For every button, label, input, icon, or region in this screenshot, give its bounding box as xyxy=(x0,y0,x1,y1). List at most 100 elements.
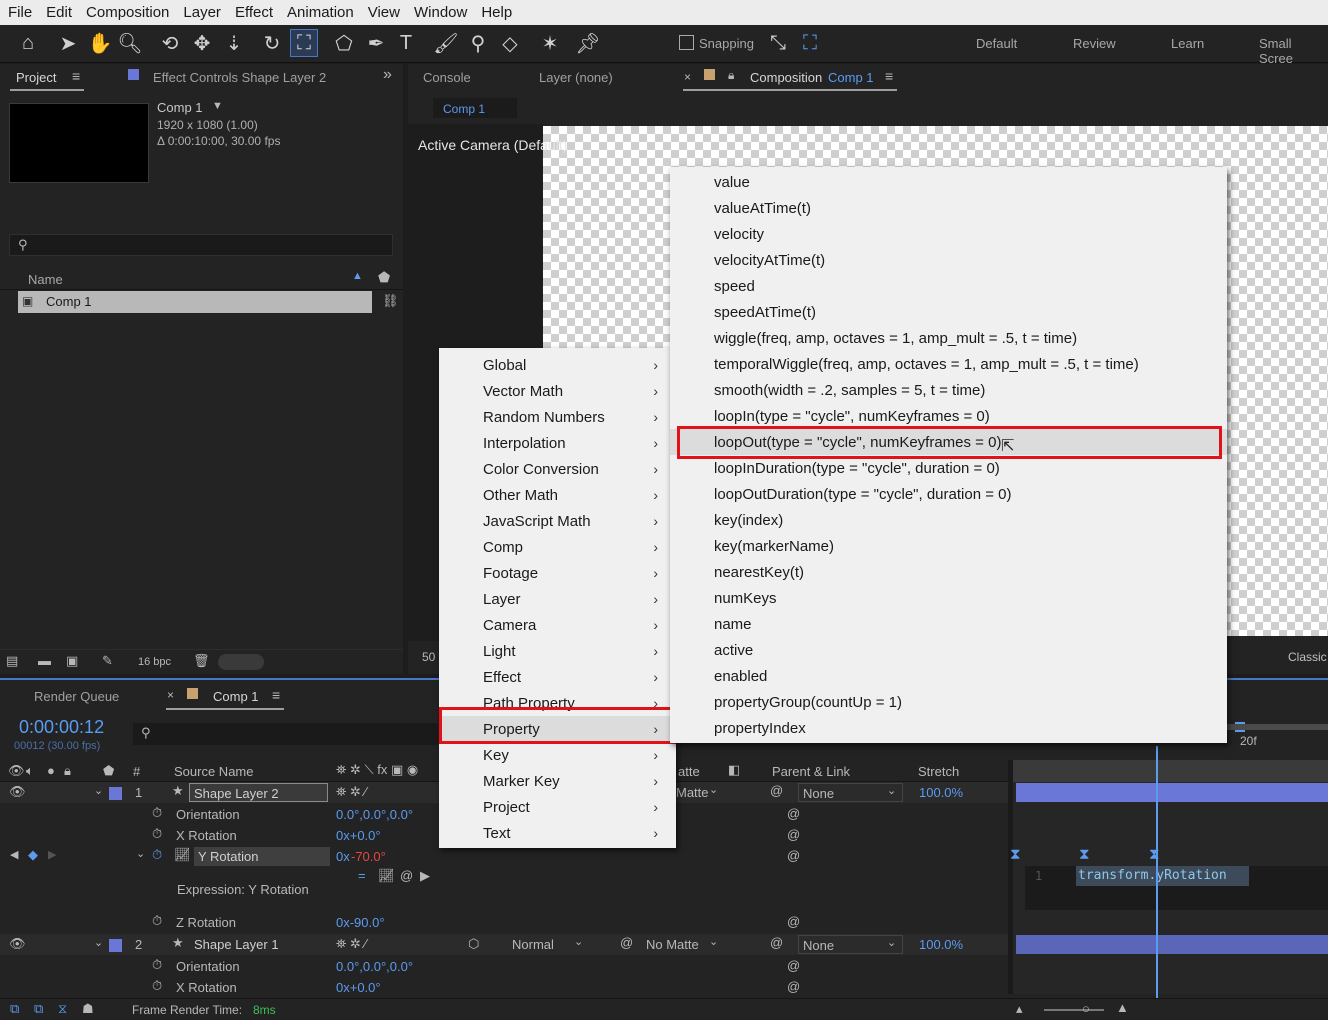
tab-render-queue[interactable]: Render Queue xyxy=(34,689,119,704)
video-switch-icon[interactable]: 👁︎ xyxy=(8,763,25,779)
label-tag-icon[interactable]: ⬟ xyxy=(103,763,114,779)
menu-item-color-conversion[interactable]: Color Conversion › xyxy=(439,456,676,482)
menu-item-layer[interactable]: Layer › xyxy=(439,586,676,612)
menu-effect[interactable]: Effect xyxy=(227,4,279,21)
stopwatch-icon[interactable]: ⏱︎ xyxy=(152,805,162,821)
menu-composition[interactable]: Composition xyxy=(78,4,175,21)
stretch-value[interactable]: 100.0% xyxy=(919,937,963,952)
pickwhip-icon[interactable]: @ xyxy=(770,783,783,798)
property-value-prefix[interactable]: 0x xyxy=(336,849,350,864)
visibility-eye-icon[interactable]: 👁︎ xyxy=(9,784,26,800)
motion-blur-icon[interactable]: ◧ xyxy=(728,762,740,778)
keyframe-diamond-icon[interactable]: ◆ xyxy=(28,847,38,863)
adjust-settings-icon[interactable]: ✎ xyxy=(102,653,113,669)
menu-item-project[interactable]: Project › xyxy=(439,794,676,820)
timeline-navigator[interactable] xyxy=(1013,760,1328,782)
tab-composition[interactable]: Composition xyxy=(750,70,822,85)
pickwhip-icon[interactable]: @ xyxy=(787,806,800,821)
property-value[interactable]: 0x-90.0° xyxy=(336,915,385,930)
expression-enable-icon[interactable]: = xyxy=(358,868,366,883)
playhead[interactable] xyxy=(1156,746,1158,998)
trash-icon[interactable]: 🗑︎ xyxy=(193,653,210,669)
stopwatch-icon[interactable]: ⏱︎ xyxy=(152,978,162,994)
blend-mode-dropdown[interactable]: Normal ⌄ xyxy=(508,935,590,954)
layer-switches-toggle-icon[interactable]: ⧉ xyxy=(10,1001,19,1017)
property-name-selected[interactable]: Y Rotation xyxy=(194,847,330,866)
hand-tool-icon[interactable]: ✋ xyxy=(86,29,114,57)
layer-switches[interactable]: ⛯ ✲ ∕ xyxy=(336,784,367,800)
eraser-tool-icon[interactable]: ◇ xyxy=(496,29,524,57)
workspace-review[interactable]: Review xyxy=(1073,36,1116,51)
pickwhip-icon[interactable]: @ xyxy=(787,958,800,973)
name-column-header[interactable]: Name xyxy=(28,272,63,287)
comp-dropdown-icon[interactable]: ▼ xyxy=(212,100,223,112)
layer-row-2[interactable]: 👁︎ ⌄ 2 ★ Shape Layer 1 ⛯ ✲ ∕ ⬡ Normal ⌄ … xyxy=(0,934,1008,955)
visibility-eye-icon[interactable]: 👁︎ xyxy=(9,936,26,952)
parent-dropdown[interactable]: None ⌄ xyxy=(798,935,903,954)
interpret-footage-icon[interactable]: ▤ xyxy=(6,653,18,669)
zoom-out-icon[interactable]: ▴ xyxy=(1016,1001,1023,1017)
submenu-item[interactable]: wiggle(freq, amp, octaves = 1, amp_mult … xyxy=(670,325,1227,351)
keyframe-hourglass-icon[interactable]: ⧗ xyxy=(1010,846,1021,863)
zoom-in-icon[interactable]: ▲ xyxy=(1116,1000,1129,1015)
zoom-slider[interactable] xyxy=(1044,1009,1104,1011)
solo-icon[interactable]: ● xyxy=(47,763,55,778)
pickwhip-icon[interactable]: @ xyxy=(620,935,633,950)
submenu-item[interactable]: key(index) xyxy=(670,507,1227,533)
prev-keyframe-icon[interactable]: ◀ xyxy=(10,848,18,861)
submenu-item[interactable]: velocity xyxy=(670,221,1227,247)
pickwhip-icon[interactable]: @ xyxy=(770,935,783,950)
pen-tool-icon[interactable]: ✒ xyxy=(362,29,390,57)
pan-behind-tool-icon[interactable]: ⛶ xyxy=(290,29,318,57)
tab-composition-name[interactable]: Comp 1 xyxy=(828,70,874,85)
stopwatch-icon[interactable]: ⏱︎ xyxy=(152,826,162,842)
expression-graph-icon[interactable]: 📈︎ xyxy=(378,868,395,884)
menu-item-comp[interactable]: Comp › xyxy=(439,534,676,560)
submenu-item[interactable]: name xyxy=(670,611,1227,637)
menu-item-marker-key[interactable]: Marker Key › xyxy=(439,768,676,794)
menu-item-text[interactable]: Text › xyxy=(439,820,676,846)
panel-menu-icon[interactable]: ≡ xyxy=(272,687,280,703)
submenu-item[interactable]: value xyxy=(670,169,1227,195)
current-timecode[interactable]: 0:00:00:12 xyxy=(19,717,104,738)
submenu-item[interactable]: temporalWiggle(freq, amp, octaves = 1, a… xyxy=(670,351,1227,377)
render-time-toggle-icon[interactable]: ☗ xyxy=(82,1001,94,1017)
pickwhip-icon[interactable]: @ xyxy=(787,827,800,842)
property-value-expression[interactable]: -70.0° xyxy=(351,849,386,864)
lock-icon[interactable]: 🔒︎ xyxy=(728,68,734,83)
menu-item-global[interactable]: Global › xyxy=(439,352,676,378)
expand-chevron-icon[interactable]: ⌄ xyxy=(136,847,145,860)
shape-tool-icon[interactable]: ⬠ xyxy=(330,29,358,57)
panel-overflow-icon[interactable]: » xyxy=(383,66,392,84)
panel-menu-icon[interactable]: ≡ xyxy=(72,68,80,84)
lock-icon[interactable]: 🔒︎ xyxy=(64,763,71,779)
menu-item-key[interactable]: Key › xyxy=(439,742,676,768)
menu-item-light[interactable]: Light › xyxy=(439,638,676,664)
submenu-item[interactable]: enabled xyxy=(670,663,1227,689)
snap-grid-icon[interactable]: ⛶ xyxy=(796,29,824,57)
property-value[interactable]: 0x+0.0° xyxy=(336,828,381,843)
expression-editor[interactable]: 1 transform.yRotation xyxy=(1025,866,1328,910)
layer-switches[interactable]: ⛯ ✲ ∕ xyxy=(336,936,367,952)
project-search-input[interactable]: ⚲ xyxy=(9,234,393,256)
new-folder-icon[interactable]: ▬ xyxy=(38,653,51,668)
roto-brush-icon[interactable]: ✶ xyxy=(536,29,564,57)
stopwatch-icon[interactable]: ⏱︎ xyxy=(152,957,162,973)
menu-item-javascript-math[interactable]: JavaScript Math › xyxy=(439,508,676,534)
panel-menu-icon[interactable]: ≡ xyxy=(885,68,893,84)
layer-label-color[interactable] xyxy=(109,787,122,800)
tab-layer[interactable]: Layer (none) xyxy=(539,70,613,85)
track-matte-dropdown[interactable]: Matte xyxy=(676,785,709,800)
workspace-learn[interactable]: Learn xyxy=(1171,36,1204,51)
layer-bar-2[interactable] xyxy=(1016,935,1328,954)
pickwhip-icon[interactable]: @ xyxy=(787,914,800,929)
submenu-item[interactable]: key(markerName) xyxy=(670,533,1227,559)
flowchart-icon[interactable]: ⛓ xyxy=(382,293,399,309)
selection-tool-icon[interactable]: ➤ xyxy=(54,29,82,57)
source-name-header[interactable]: Source Name xyxy=(174,764,253,779)
menu-animation[interactable]: Animation xyxy=(279,4,360,21)
snapping-checkbox[interactable] xyxy=(679,35,694,50)
menu-window[interactable]: Window xyxy=(406,4,473,21)
menu-layer[interactable]: Layer xyxy=(175,4,227,21)
submenu-item[interactable]: nearestKey(t) xyxy=(670,559,1227,585)
